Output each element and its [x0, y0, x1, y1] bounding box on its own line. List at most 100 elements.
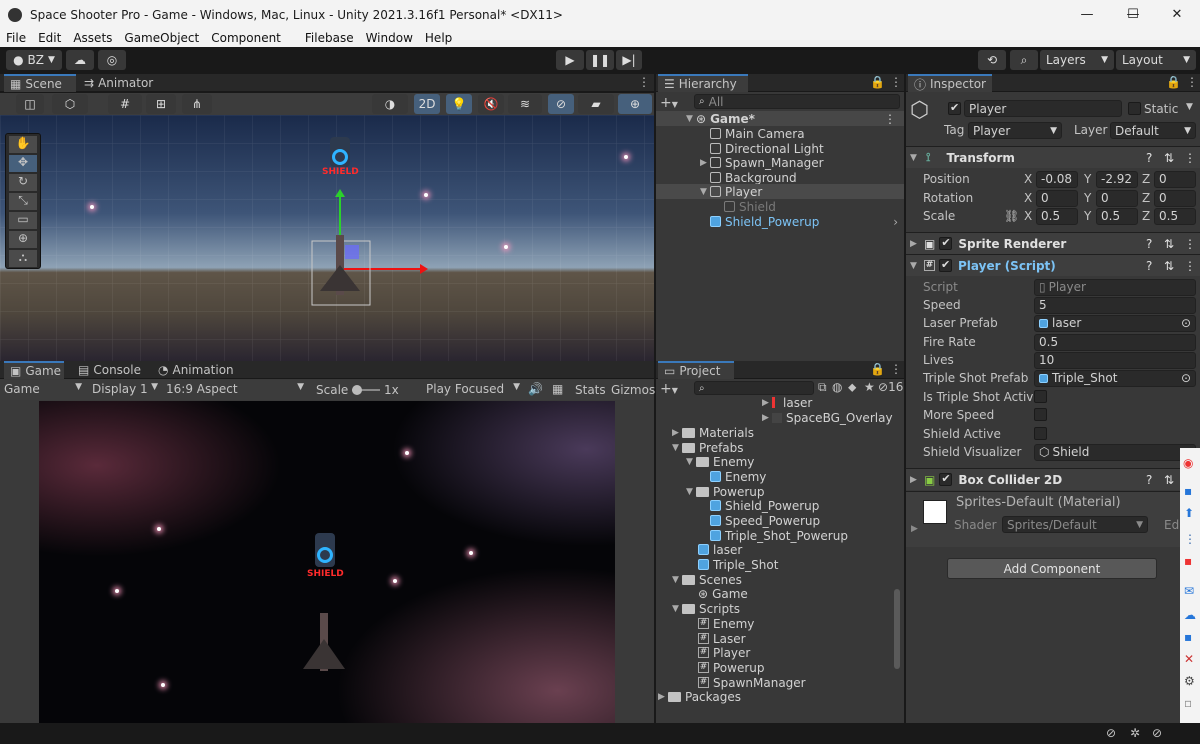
- menu-edit[interactable]: Edit: [38, 31, 61, 45]
- shield-powerup-sprite[interactable]: SHIELD: [322, 137, 359, 181]
- project-item[interactable]: # Player: [656, 645, 750, 660]
- pivot-button[interactable]: ⬡: [52, 94, 88, 114]
- project-item[interactable]: # Enemy: [656, 616, 754, 631]
- rotation-x-field[interactable]: 0: [1036, 189, 1078, 207]
- position-y-field[interactable]: -2.92: [1096, 170, 1138, 188]
- tab-game[interactable]: ▣ Game: [4, 361, 64, 379]
- grid-snap-button[interactable]: #: [108, 94, 142, 114]
- cloud-button[interactable]: ☁: [66, 50, 94, 70]
- shader-dropdown[interactable]: Sprites/Default ▼: [1002, 516, 1148, 533]
- project-item[interactable]: ▶ laser: [656, 395, 812, 410]
- gizmos-button[interactable]: Gizmos: [611, 383, 655, 397]
- project-item[interactable]: Speed_Powerup: [656, 513, 820, 528]
- menu-assets[interactable]: Assets: [73, 31, 112, 45]
- menu-help[interactable]: Help: [425, 31, 452, 45]
- triple-shot-prefab-field[interactable]: Triple_Shot ⊙: [1034, 369, 1196, 387]
- shield-visualizer-field[interactable]: ⬡ Shield: [1034, 443, 1196, 461]
- more-options-icon[interactable]: ⋮: [1184, 237, 1196, 251]
- position-z-field[interactable]: 0: [1154, 170, 1196, 188]
- hierarchy-item[interactable]: Shield_Powerup ›: [656, 214, 904, 229]
- more-options-icon[interactable]: ⋮: [890, 75, 902, 89]
- add-component-button[interactable]: Add Component: [947, 558, 1157, 579]
- history-button[interactable]: ⟲: [978, 50, 1006, 70]
- maximize-icon[interactable]: ☐: [1110, 0, 1156, 29]
- hierarchy-item[interactable]: Shield: [656, 199, 776, 214]
- lighting-toggle[interactable]: 💡: [446, 94, 472, 114]
- project-folder[interactable]: ▼ Enemy: [656, 454, 754, 469]
- stats-button[interactable]: Stats: [575, 383, 606, 397]
- pause-button[interactable]: ❚❚: [586, 50, 614, 70]
- presets-icon[interactable]: ⇅: [1164, 259, 1174, 273]
- tab-inspector[interactable]: ⓘ Inspector: [908, 74, 992, 92]
- menu-component[interactable]: Component: [211, 31, 281, 45]
- scale-x-field[interactable]: 0.5: [1036, 207, 1078, 225]
- hierarchy-search-input[interactable]: ⌕ All: [694, 94, 900, 109]
- project-folder[interactable]: ▶ Materials: [656, 425, 754, 440]
- chevron-down-icon[interactable]: ▼: [1186, 102, 1193, 112]
- hidden-packages-icon[interactable]: ⊘16: [878, 380, 903, 394]
- presets-icon[interactable]: ⇅: [1164, 473, 1174, 487]
- more-options-icon[interactable]: ⋮: [890, 362, 902, 376]
- camera-button[interactable]: ▰: [578, 94, 614, 114]
- keyboard-icon[interactable]: ▦: [552, 382, 563, 396]
- layer-dropdown[interactable]: Default ▼: [1110, 122, 1196, 139]
- gizmos-button[interactable]: ⊕: [618, 94, 652, 114]
- effects-button[interactable]: ≋: [508, 94, 542, 114]
- material-preview[interactable]: [923, 500, 947, 524]
- presets-icon[interactable]: ⇅: [1164, 237, 1174, 251]
- step-button[interactable]: ▶|: [616, 50, 642, 70]
- debug-icon[interactable]: ✲: [1130, 726, 1140, 740]
- tab-animation[interactable]: ◔ Animation: [152, 361, 236, 379]
- play-button[interactable]: ▶: [556, 50, 584, 70]
- presets-icon[interactable]: ⇅: [1164, 151, 1174, 165]
- more-options-icon[interactable]: ⋮: [1184, 151, 1196, 165]
- layout-dropdown[interactable]: Layout ▼: [1116, 50, 1196, 70]
- project-folder[interactable]: ▼ Powerup: [656, 484, 765, 499]
- lives-field[interactable]: 10: [1034, 351, 1196, 369]
- custom-tool-icon[interactable]: ⛬: [9, 250, 37, 267]
- object-picker-icon[interactable]: ⊙: [1181, 371, 1191, 385]
- star-icon[interactable]: ★: [864, 380, 875, 394]
- game-mode-dropdown[interactable]: Game ▼: [4, 382, 82, 396]
- laser-prefab-field[interactable]: laser ⊙: [1034, 314, 1196, 332]
- aspect-dropdown[interactable]: 16:9 Aspect ▼: [166, 382, 304, 396]
- sprite-renderer-checkbox[interactable]: [939, 236, 953, 250]
- browser-icon[interactable]: ◉: [1183, 456, 1193, 470]
- project-folder[interactable]: ▼ Scenes: [656, 572, 742, 587]
- search-by-type-icon[interactable]: ◍: [832, 380, 842, 394]
- draw-mode-button[interactable]: ◫: [16, 94, 44, 114]
- scale-tool-icon[interactable]: ⤡: [9, 193, 37, 210]
- project-item[interactable]: Triple_Shot_Powerup: [656, 528, 848, 543]
- tools-icon[interactable]: ✕: [1184, 652, 1194, 666]
- tag-dropdown[interactable]: Player ▼: [968, 122, 1062, 139]
- tab-console[interactable]: ▤ Console: [72, 361, 144, 379]
- sprite-renderer-header[interactable]: ▶ ▣ Sprite Renderer ? ⇅ ⋮: [906, 232, 1200, 254]
- app-icon[interactable]: ▪: [1184, 554, 1192, 568]
- rotate-tool-icon[interactable]: ↻: [9, 174, 37, 191]
- gear-icon[interactable]: ⚙: [1184, 674, 1195, 688]
- menu-file[interactable]: File: [6, 31, 26, 45]
- transform-tool-icon[interactable]: ⊕: [9, 231, 37, 248]
- menu-gameobject[interactable]: GameObject: [124, 31, 199, 45]
- play-focused-dropdown[interactable]: Play Focused ▼: [426, 382, 520, 396]
- project-folder[interactable]: ▶ Packages: [656, 689, 741, 704]
- align-button[interactable]: ⋔: [182, 94, 212, 114]
- more-speed-checkbox[interactable]: [1034, 408, 1047, 421]
- static-checkbox[interactable]: [1128, 102, 1141, 115]
- tab-animator[interactable]: ⇉ Animator: [78, 74, 158, 92]
- hierarchy-item-selected[interactable]: ▼ Player: [656, 184, 904, 199]
- close-icon[interactable]: ✕: [1154, 0, 1200, 29]
- progress-icon[interactable]: ⊘: [1152, 726, 1162, 740]
- expand-arrow-icon[interactable]: ▶: [911, 524, 918, 534]
- chevron-right-icon[interactable]: ›: [893, 215, 898, 229]
- cache-server-icon[interactable]: ⊘: [1106, 726, 1116, 740]
- position-x-field[interactable]: -0.08: [1036, 170, 1078, 188]
- app-icon[interactable]: ▪: [1184, 484, 1192, 498]
- more-options-icon[interactable]: ⋮: [1186, 75, 1198, 89]
- project-item[interactable]: ⊛ Game: [656, 586, 748, 601]
- app-icon[interactable]: ▪: [1184, 630, 1192, 644]
- project-search-input[interactable]: ⌕: [694, 381, 814, 395]
- rotation-y-field[interactable]: 0: [1096, 189, 1138, 207]
- display-dropdown[interactable]: Display 1 ▼: [92, 382, 158, 396]
- project-scrollbar[interactable]: [894, 589, 900, 669]
